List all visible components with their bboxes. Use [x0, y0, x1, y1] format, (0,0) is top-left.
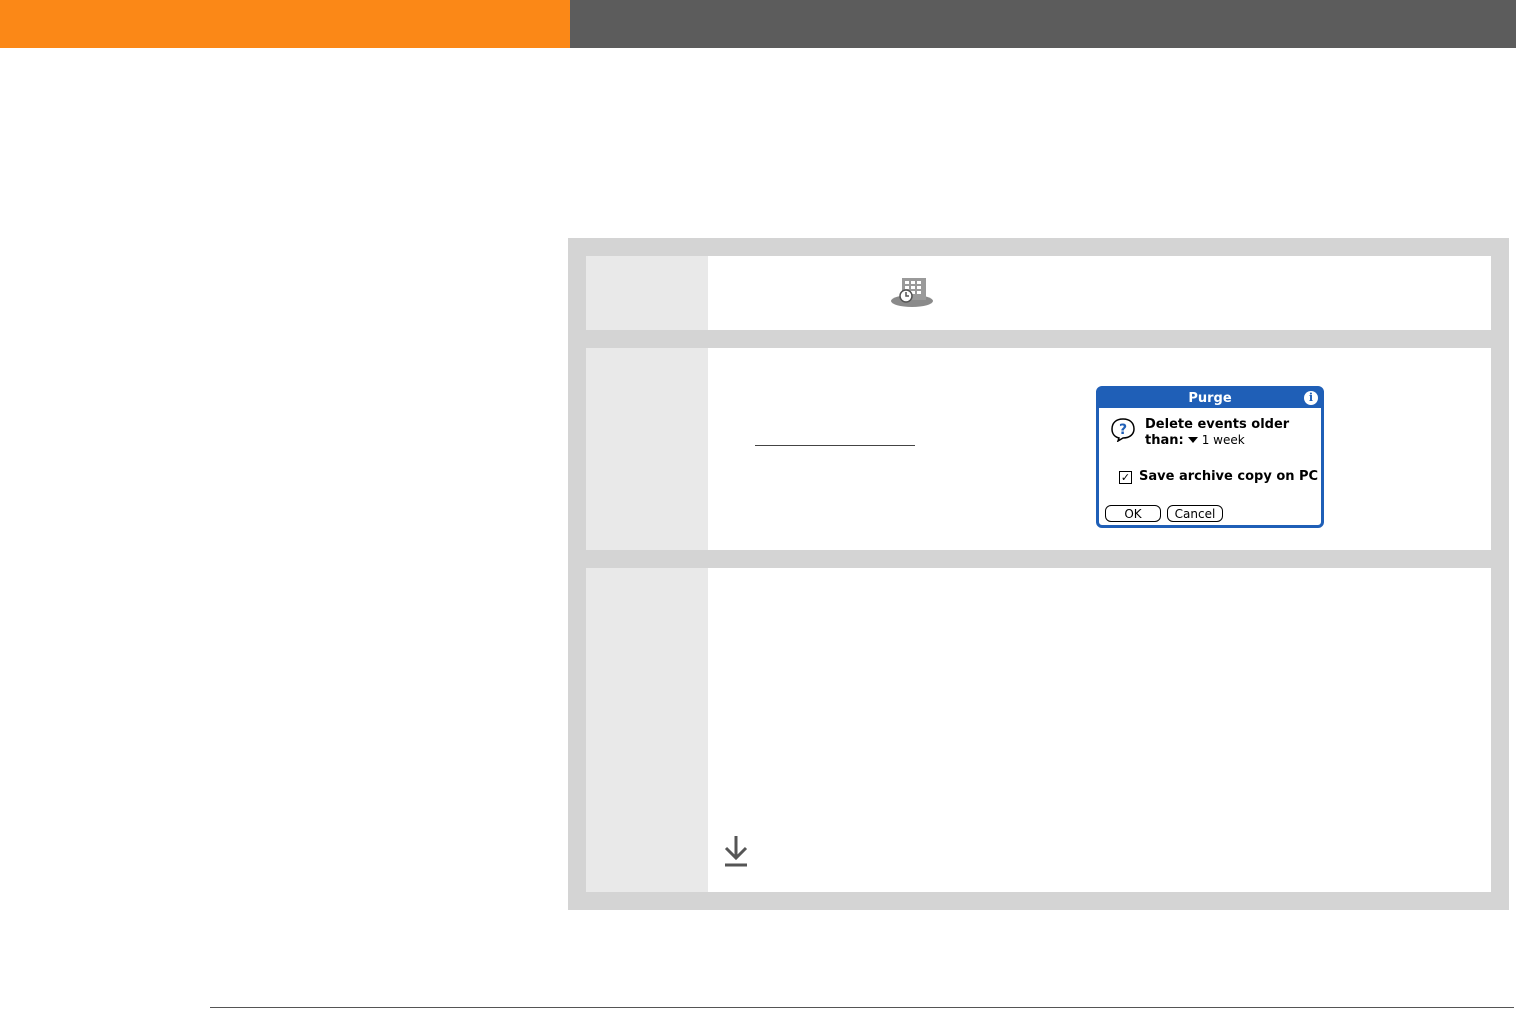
footer-divider: [210, 1007, 1514, 1008]
step-2: Purge i ? Delete events older than: 1 wee…: [586, 348, 1491, 550]
step-number-cell: [586, 568, 708, 892]
dialog-message: Delete events older: [1145, 417, 1290, 432]
info-icon[interactable]: i: [1304, 391, 1318, 405]
dialog-title: Purge: [1099, 389, 1321, 408]
steps-panel: Purge i ? Delete events older than: 1 wee…: [568, 238, 1509, 910]
step-body: [708, 256, 1491, 330]
dropdown-arrow-icon[interactable]: [1187, 437, 1198, 443]
step-number-cell: [586, 256, 708, 330]
cancel-button[interactable]: Cancel: [1167, 505, 1223, 522]
question-icon: ?: [1111, 418, 1135, 442]
cross-reference-link[interactable]: [755, 445, 915, 446]
step-1: [586, 256, 1491, 330]
header-title-bar: [570, 0, 1516, 48]
archive-checkbox-label[interactable]: Save archive copy on PC: [1139, 469, 1318, 484]
step-body: Purge i ? Delete events older than: 1 wee…: [708, 348, 1491, 550]
continue-arrow-icon: [724, 836, 748, 867]
header-accent: [0, 0, 570, 48]
than-label: than:: [1145, 433, 1184, 448]
period-select[interactable]: 1 week: [1202, 433, 1245, 447]
purge-dialog: Purge i ? Delete events older than: 1 wee…: [1096, 386, 1324, 528]
step-number-cell: [586, 348, 708, 550]
svg-text:?: ?: [1119, 422, 1127, 438]
calendar-icon: [891, 278, 933, 307]
period-row: than: 1 week: [1145, 433, 1245, 448]
step-body: [708, 568, 1491, 892]
header-bar: [0, 0, 1516, 48]
step-3: [586, 568, 1491, 892]
archive-checkbox[interactable]: ✓: [1119, 471, 1132, 484]
ok-button[interactable]: OK: [1105, 505, 1161, 522]
